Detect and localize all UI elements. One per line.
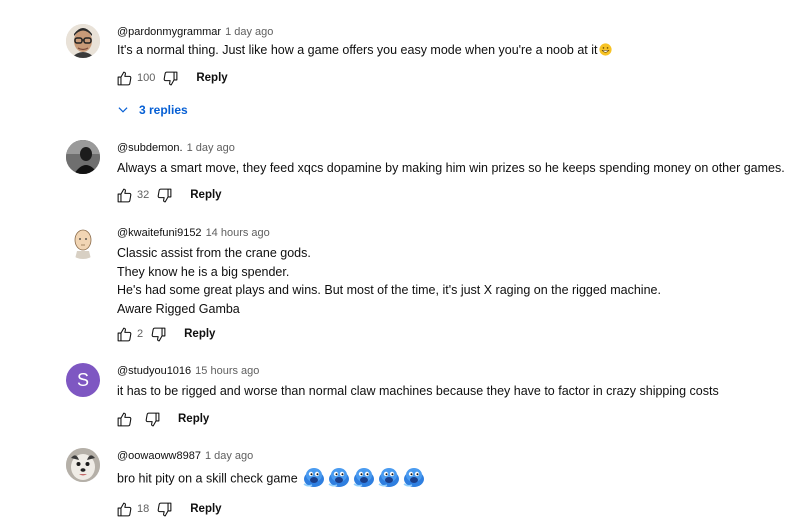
like-count: 2	[137, 328, 144, 340]
thumbs-up-icon	[117, 71, 131, 85]
avatar[interactable]	[66, 448, 100, 482]
comment-meta: @kwaitefuni9152 14 hours ago	[117, 226, 270, 240]
comment-author[interactable]: @subdemon.	[117, 142, 183, 154]
comment-text: It's a normal thing. Just like how a gam…	[117, 41, 612, 60]
thumbs-up-icon	[117, 502, 131, 516]
comment-line: He's had some great plays and wins. But …	[117, 283, 661, 297]
dislike-button[interactable]	[160, 68, 180, 88]
avatar-dog-photo-icon	[66, 448, 100, 482]
comment-text: Always a smart move, they feed xqcs dopa…	[117, 159, 785, 178]
dislike-button[interactable]	[154, 185, 174, 205]
thumbs-up-icon	[117, 412, 131, 426]
comment-time[interactable]: 1 day ago	[205, 450, 253, 462]
avatar[interactable]: S	[66, 363, 100, 397]
comment-author[interactable]: @studyou1016	[117, 365, 191, 377]
dislike-button[interactable]	[148, 324, 168, 344]
comment-actions: 32 Reply	[114, 184, 222, 206]
reply-button[interactable]: Reply	[196, 72, 227, 84]
blue-blob-emoji-icon	[403, 468, 424, 487]
comment-actions: 18 Reply	[114, 498, 222, 520]
comment-line: Classic assist from the crane gods.	[117, 246, 311, 260]
replies-label: 3 replies	[139, 103, 188, 117]
avatar-photo-icon	[66, 24, 100, 58]
avatar[interactable]	[66, 225, 100, 259]
thumbs-up-icon	[117, 327, 131, 341]
avatar-illustration-icon	[66, 225, 100, 259]
comment-text: it has to be rigged and worse than norma…	[117, 382, 719, 401]
thumbs-down-icon	[145, 412, 159, 426]
comment-line: it has to be rigged and worse than norma…	[117, 384, 719, 398]
grinning-face-emoji-icon	[598, 43, 612, 56]
comment-author[interactable]: @pardonmygrammar	[117, 26, 221, 38]
comment-line: bro hit pity on a skill check game	[117, 468, 426, 490]
dislike-button[interactable]	[142, 409, 162, 429]
like-button[interactable]	[114, 185, 134, 205]
comment-meta: @subdemon. 1 day ago	[117, 141, 235, 155]
comment-text: bro hit pity on a skill check game	[117, 468, 426, 490]
blue-blob-emoji-icon	[328, 468, 349, 487]
view-replies-button[interactable]: 3 replies	[116, 100, 188, 120]
like-button[interactable]	[114, 324, 134, 344]
comment-line: It's a normal thing. Just like how a gam…	[117, 41, 612, 60]
like-count: 100	[137, 72, 156, 84]
reply-button[interactable]: Reply	[190, 503, 221, 515]
reply-button[interactable]: Reply	[184, 328, 215, 340]
comment-actions: Reply	[114, 408, 209, 430]
like-count: 32	[137, 189, 150, 201]
avatar-photo-icon	[66, 140, 100, 174]
like-button[interactable]	[114, 409, 134, 429]
thumbs-down-icon	[157, 188, 172, 202]
thumbs-down-icon	[157, 502, 172, 516]
comment-time[interactable]: 15 hours ago	[195, 365, 259, 377]
comment-meta: @studyou1016 15 hours ago	[117, 364, 259, 378]
like-button[interactable]	[114, 499, 134, 519]
comment-meta: @pardonmygrammar 1 day ago	[117, 25, 273, 39]
comment-author[interactable]: @oowaoww8987	[117, 450, 201, 462]
comment-line-text: bro hit pity on a skill check game	[117, 471, 298, 486]
dislike-button[interactable]	[154, 499, 174, 519]
blue-blob-emoji-icon	[353, 468, 374, 487]
blue-blob-emoji-icon	[378, 468, 399, 487]
emoji-row	[302, 466, 426, 488]
comment-time[interactable]: 14 hours ago	[206, 227, 270, 239]
chevron-down-icon	[118, 107, 128, 113]
avatar[interactable]	[66, 140, 100, 174]
comment-line: They know he is a big spender.	[117, 264, 290, 279]
comment-text: Classic assist from the crane gods. They…	[117, 244, 661, 318]
thumbs-down-icon	[151, 327, 166, 341]
avatar[interactable]	[66, 24, 100, 58]
blue-blob-emoji-icon	[303, 468, 324, 487]
like-button[interactable]	[114, 68, 134, 88]
comment-line: Aware Rigged Gamba	[117, 301, 240, 316]
thumbs-up-icon	[117, 188, 131, 202]
reply-button[interactable]: Reply	[190, 189, 221, 201]
comment-time[interactable]: 1 day ago	[225, 26, 273, 38]
comment-line: Always a smart move, they feed xqcs dopa…	[117, 161, 785, 175]
avatar-letter: S	[76, 369, 89, 390]
thumbs-down-icon	[163, 71, 178, 85]
like-count: 18	[137, 503, 150, 515]
comment-meta: @oowaoww8987 1 day ago	[117, 449, 253, 463]
comment-time[interactable]: 1 day ago	[187, 142, 235, 154]
comment-actions: 100 Reply	[114, 67, 228, 89]
reply-button[interactable]: Reply	[178, 413, 209, 425]
comment-actions: 2 Reply	[114, 323, 215, 345]
comment-line-text: It's a normal thing. Just like how a gam…	[117, 43, 598, 57]
comment-author[interactable]: @kwaitefuni9152	[117, 227, 202, 239]
